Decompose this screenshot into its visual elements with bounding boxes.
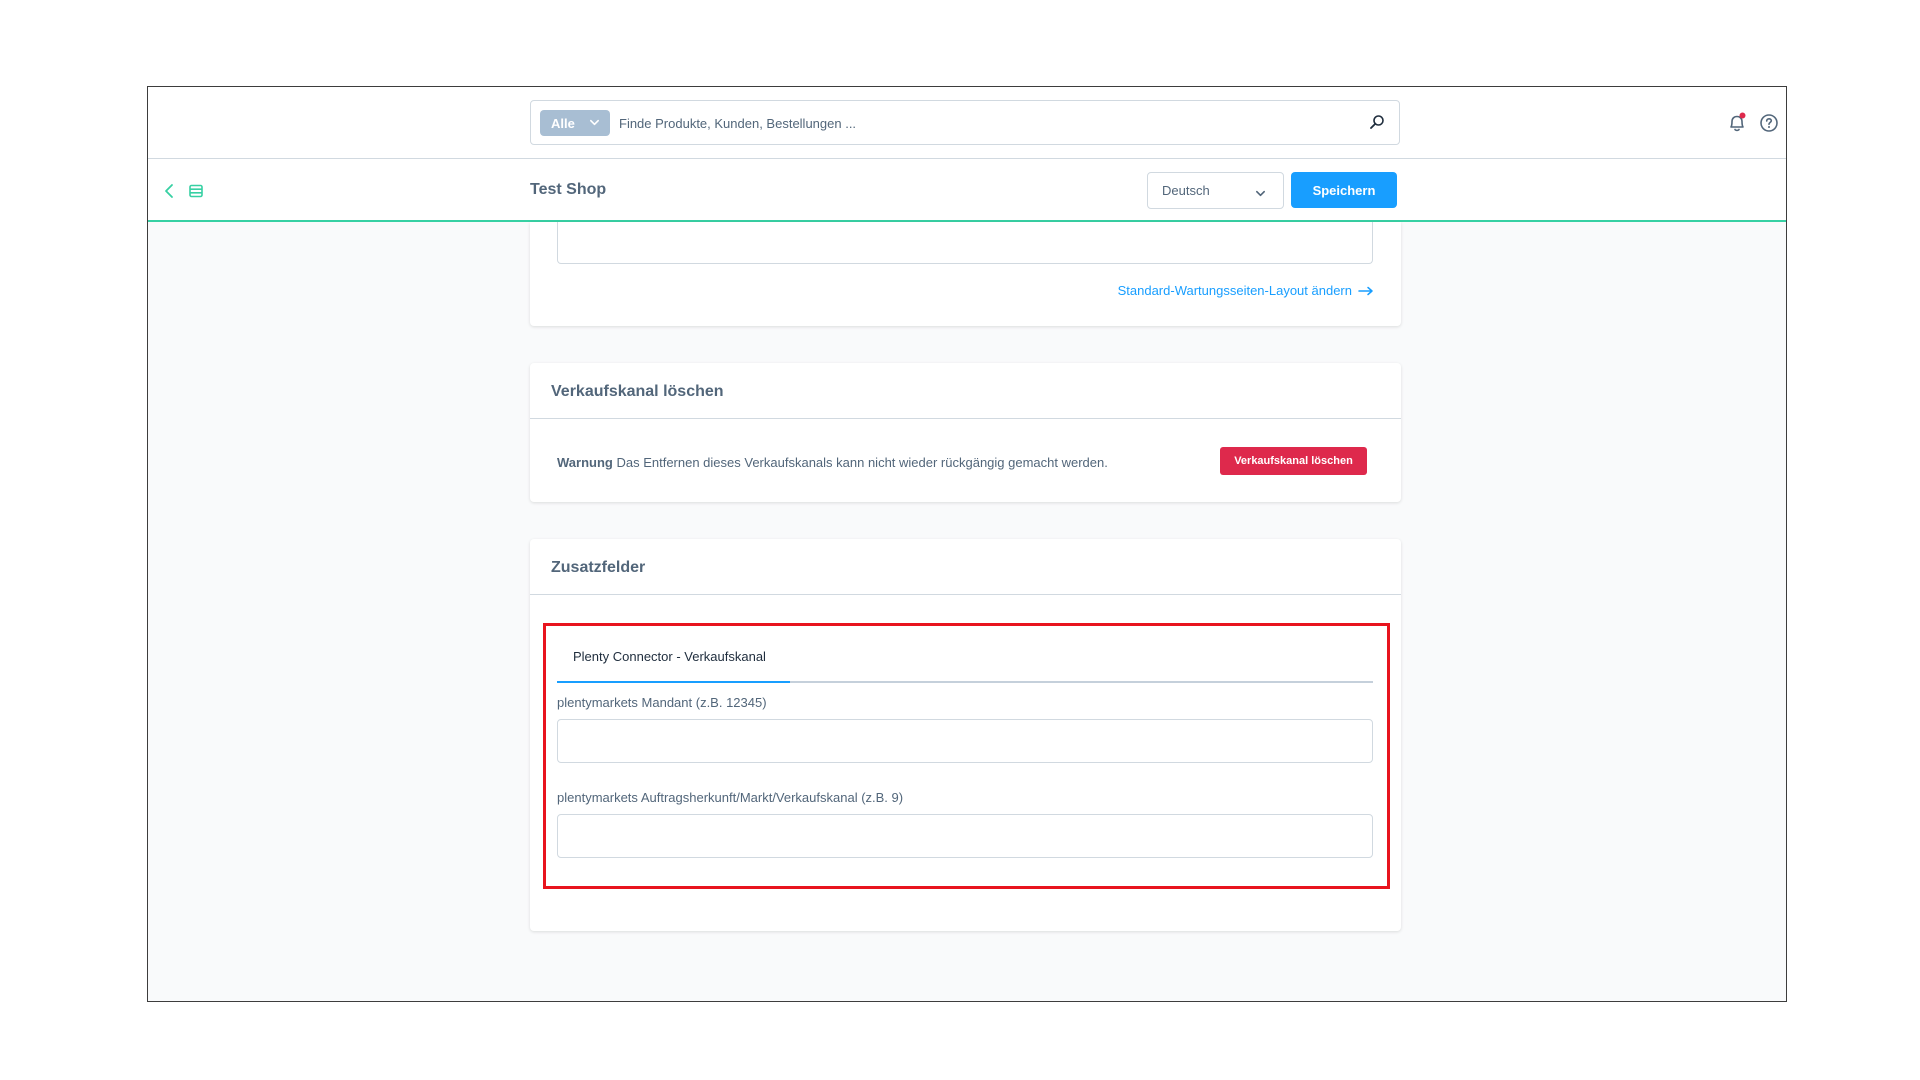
search-type-select[interactable]: Alle (540, 110, 610, 136)
highlight-annotation (543, 623, 1390, 889)
maintenance-layout-card: Standard-Wartungsseiten-Layout ändern (530, 222, 1401, 326)
delete-card-title: Verkaufskanal löschen (530, 363, 1401, 419)
help-icon[interactable] (1759, 113, 1779, 133)
custom-fields-title: Zusatzfelder (530, 539, 1401, 595)
layout-field[interactable] (557, 222, 1373, 264)
bell-icon[interactable] (1726, 112, 1748, 134)
app-window: Alle Finde Produkte, Kunden, Bestellunge… (147, 86, 1787, 1002)
chevron-down-icon (1256, 190, 1265, 197)
search-bar: Alle (530, 100, 1400, 145)
delete-sales-channel-button[interactable]: Verkaufskanal löschen (1220, 447, 1367, 475)
save-button[interactable]: Speichern (1291, 172, 1397, 208)
warning-label: Warnung (557, 455, 613, 470)
custom-fields-card: Zusatzfelder Plenty Connector - Verkaufs… (530, 539, 1401, 931)
list-icon[interactable] (188, 183, 204, 199)
arrow-right-icon (1358, 286, 1373, 295)
warning-text: Warnung Das Entfernen dieses Verkaufskan… (557, 455, 1108, 470)
smart-bar: Test Shop Deutsch Speichern (148, 159, 1786, 222)
language-select[interactable]: Deutsch (1147, 172, 1284, 209)
page-title: Test Shop (530, 181, 607, 198)
search-input[interactable] (619, 111, 1339, 135)
language-select-value: Deutsch (1162, 183, 1210, 198)
top-bar: Alle (148, 87, 1786, 159)
chevron-down-icon (590, 119, 599, 126)
search-icon[interactable] (1369, 114, 1385, 130)
change-layout-link[interactable]: Standard-Wartungsseiten-Layout ändern (1118, 283, 1374, 298)
notification-dot (1739, 112, 1746, 119)
search-type-label: Alle (551, 115, 575, 131)
delete-sales-channel-card: Verkaufskanal löschen Warnung Das Entfer… (530, 363, 1401, 502)
warning-message: Das Entfernen dieses Verkaufskanals kann… (616, 455, 1108, 470)
change-layout-link-label: Standard-Wartungsseiten-Layout ändern (1117, 283, 1352, 298)
back-icon[interactable] (163, 183, 177, 199)
